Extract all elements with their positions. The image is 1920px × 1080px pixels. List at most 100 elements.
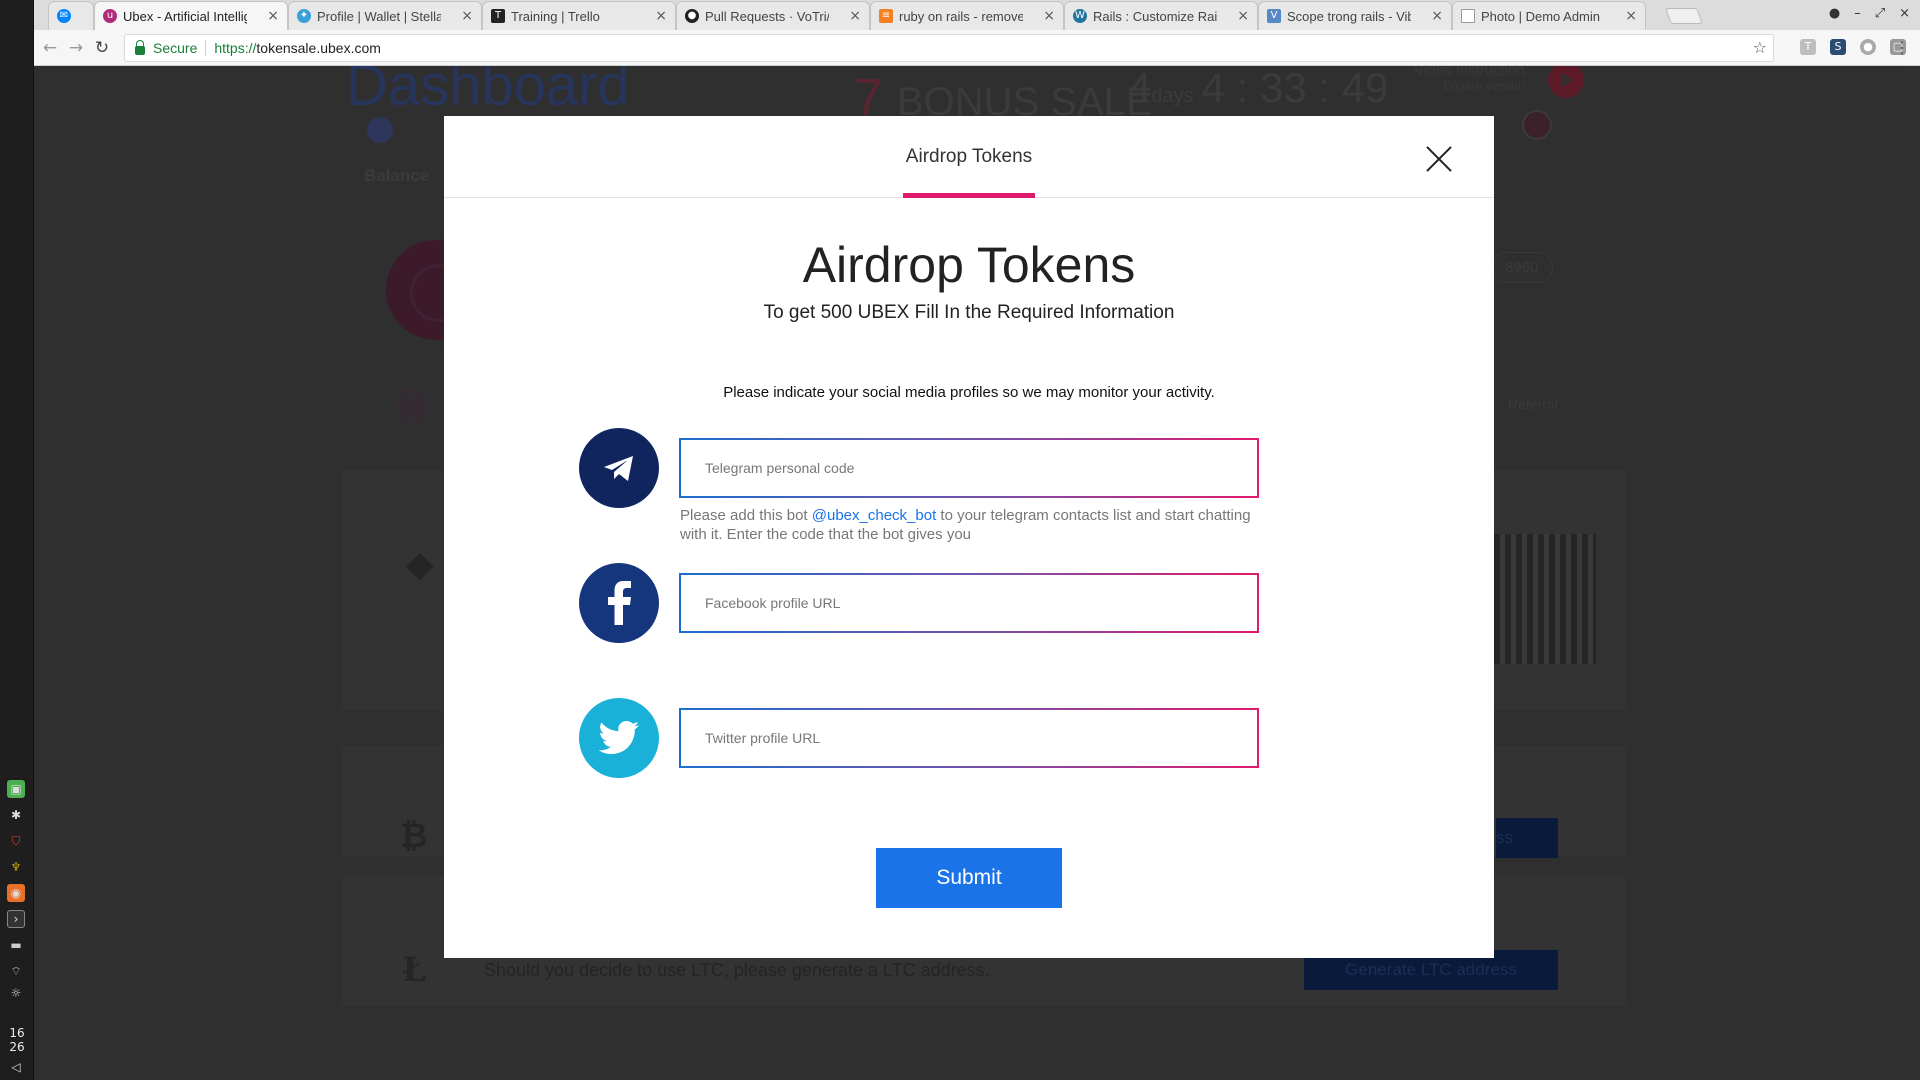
tab-title: Training | Trello <box>511 8 600 24</box>
extensions-bar: T S ● ▢ <box>1800 39 1906 55</box>
ethereum-icon: ◆ <box>406 544 434 585</box>
page-icon <box>1461 9 1475 23</box>
browser-tab-demo-admin[interactable]: Photo | Demo Admin × <box>1452 1 1646 30</box>
browser-tab-ubex[interactable]: u Ubex - Artificial Intellige × <box>94 1 288 30</box>
browser-tab-viblo[interactable]: V Scope trong rails - Viblo × <box>1258 1 1452 30</box>
twitter-url-input[interactable] <box>681 710 1257 766</box>
language-flag-icon[interactable] <box>1522 110 1552 140</box>
tab-title: Scope trong rails - Viblo <box>1287 8 1411 24</box>
page-scrollbar[interactable] <box>1906 66 1920 1080</box>
video-sub-label: English version <box>1443 79 1525 93</box>
secure-label: Secure <box>153 40 198 56</box>
modal-title: Airdrop Tokens <box>802 237 1136 293</box>
close-tab-icon[interactable]: × <box>1625 8 1637 24</box>
brightness-icon[interactable]: ☼ <box>7 984 25 1002</box>
close-icon[interactable] <box>1426 146 1452 172</box>
submit-button[interactable]: Submit <box>876 848 1062 908</box>
browser-tab-stellar[interactable]: ✦ Profile | Wallet | Stellar × <box>288 1 482 30</box>
video-instruction-label: Video instruction <box>1414 66 1525 79</box>
reload-icon[interactable]: ↻ <box>92 38 112 58</box>
mint-menu-icon[interactable]: ▣ <box>7 780 25 798</box>
lock-icon <box>135 39 145 55</box>
close-tab-icon[interactable]: × <box>655 8 667 24</box>
tab-title: Profile | Wallet | Stellar <box>317 8 441 24</box>
wordpress-icon: W <box>1073 9 1087 23</box>
airdrop-modal: Airdrop Tokens Airdrop Tokens To get 500… <box>444 116 1494 958</box>
wifi-icon[interactable]: ⌔ <box>7 962 25 980</box>
countdown-timer: 4days 4 : 33 : 49 <box>1128 66 1388 112</box>
back-icon[interactable]: ← <box>40 38 60 58</box>
referral-tab[interactable]: Referral <box>1508 396 1558 412</box>
browser-tab-github[interactable]: ● Pull Requests · VoTri/pro × <box>676 1 870 30</box>
stellar-icon: ✦ <box>297 9 311 23</box>
messenger-icon: ✉ <box>57 9 71 23</box>
timer-days: 4 <box>1128 66 1152 111</box>
forward-icon[interactable]: → <box>66 38 86 58</box>
window-controls: ● – ⤢ × <box>1829 6 1910 21</box>
address-bar[interactable]: Secure https://tokensale.ubex.com ☆ <box>124 34 1774 62</box>
close-window-icon[interactable]: × <box>1899 6 1910 21</box>
network-app-icon[interactable]: ♆ <box>7 858 25 876</box>
close-tab-icon[interactable]: × <box>1043 8 1055 24</box>
url-text: https://tokensale.ubex.com <box>214 40 381 56</box>
modal-subtitle: To get 500 UBEX Fill In the Required Inf… <box>763 302 1175 323</box>
trello-icon: T <box>491 9 505 23</box>
browser-menu-icon[interactable]: ⋮ <box>1894 38 1910 57</box>
timer-days-label: days <box>1151 85 1194 107</box>
twitter-icon <box>579 698 659 778</box>
tab-title: Photo | Demo Admin <box>1481 8 1600 24</box>
telegram-bot-link[interactable]: @ubex_check_bot <box>812 507 936 524</box>
clock-minute: 26 <box>9 1040 25 1054</box>
browser-toolbar: ← → ↻ Secure https://tokensale.ubex.com … <box>34 30 1920 66</box>
tab-title: Rails : Customize Rails A <box>1093 8 1217 24</box>
divider <box>205 40 207 56</box>
clock-hour: 16 <box>9 1026 25 1040</box>
url-host: tokensale.ubex.com <box>256 40 381 56</box>
browser-tab-wordpress[interactable]: W Rails : Customize Rails A × <box>1064 1 1258 30</box>
twitter-bird-icon <box>599 721 639 754</box>
browser-tab-messenger[interactable]: ✉ <box>48 1 94 30</box>
clock[interactable]: 16 26 <box>0 1026 34 1054</box>
tab-title: Ubex - Artificial Intellige <box>123 8 247 24</box>
os-dock: ▣ ✱ ⛉ ♆ ◉ › ▬ ⌔ ☼ 16 26 ◁ <box>0 0 34 1080</box>
restore-icon[interactable]: ⤢ <box>1875 6 1885 21</box>
extension-icon[interactable]: ● <box>1860 39 1876 55</box>
folder-icon[interactable]: ▬ <box>7 936 25 954</box>
url-scheme: https:// <box>214 40 257 56</box>
ltc-description: Should you decide to use LTC, please gen… <box>484 960 990 980</box>
close-tab-icon[interactable]: × <box>1237 8 1249 24</box>
facebook-url-input[interactable] <box>681 575 1257 631</box>
close-tab-icon[interactable]: × <box>267 8 279 24</box>
shield-icon[interactable]: ⛉ <box>7 832 25 850</box>
translate-extension-icon[interactable]: T <box>1800 39 1816 55</box>
ubex-logo <box>350 100 410 160</box>
play-icon[interactable] <box>1548 66 1584 98</box>
browser-tab-stackoverflow[interactable]: ≡ ruby on rails - remove a × <box>870 1 1064 30</box>
balance-label: Balance <box>364 166 430 185</box>
close-tab-icon[interactable]: × <box>461 8 473 24</box>
tab-airdrop-tokens[interactable]: Airdrop Tokens <box>903 116 1035 198</box>
ubex-icon: u <box>103 9 117 23</box>
litecoin-icon: Ł <box>402 950 427 990</box>
modal-tabbar: Airdrop Tokens <box>444 116 1494 198</box>
video-instruction[interactable]: Video instruction English version <box>1414 66 1525 93</box>
generate-btc-button[interactable]: ss <box>1496 818 1558 858</box>
telegram-field <box>679 438 1259 498</box>
terminal-icon[interactable]: › <box>7 910 25 928</box>
volume-icon[interactable]: ◁ <box>7 1058 25 1076</box>
new-tab-button[interactable] <box>1665 8 1703 24</box>
telegram-code-input[interactable] <box>681 440 1257 496</box>
tab-title: Pull Requests · VoTri/pro <box>705 8 829 24</box>
settings-icon[interactable]: ✱ <box>7 806 25 824</box>
qr-code <box>1494 534 1596 664</box>
minimize-icon[interactable]: – <box>1854 6 1861 21</box>
bookmark-star-icon[interactable]: ☆ <box>1753 38 1767 57</box>
browser-tab-trello[interactable]: T Training | Trello × <box>482 1 676 30</box>
close-tab-icon[interactable]: × <box>849 8 861 24</box>
sync-extension-icon[interactable]: S <box>1830 39 1846 55</box>
profile-icon[interactable]: ● <box>1829 6 1840 21</box>
github-icon: ● <box>685 9 699 23</box>
close-tab-icon[interactable]: × <box>1431 8 1443 24</box>
firefox-icon[interactable]: ◉ <box>7 884 25 902</box>
active-tab-indicator <box>903 193 1035 198</box>
